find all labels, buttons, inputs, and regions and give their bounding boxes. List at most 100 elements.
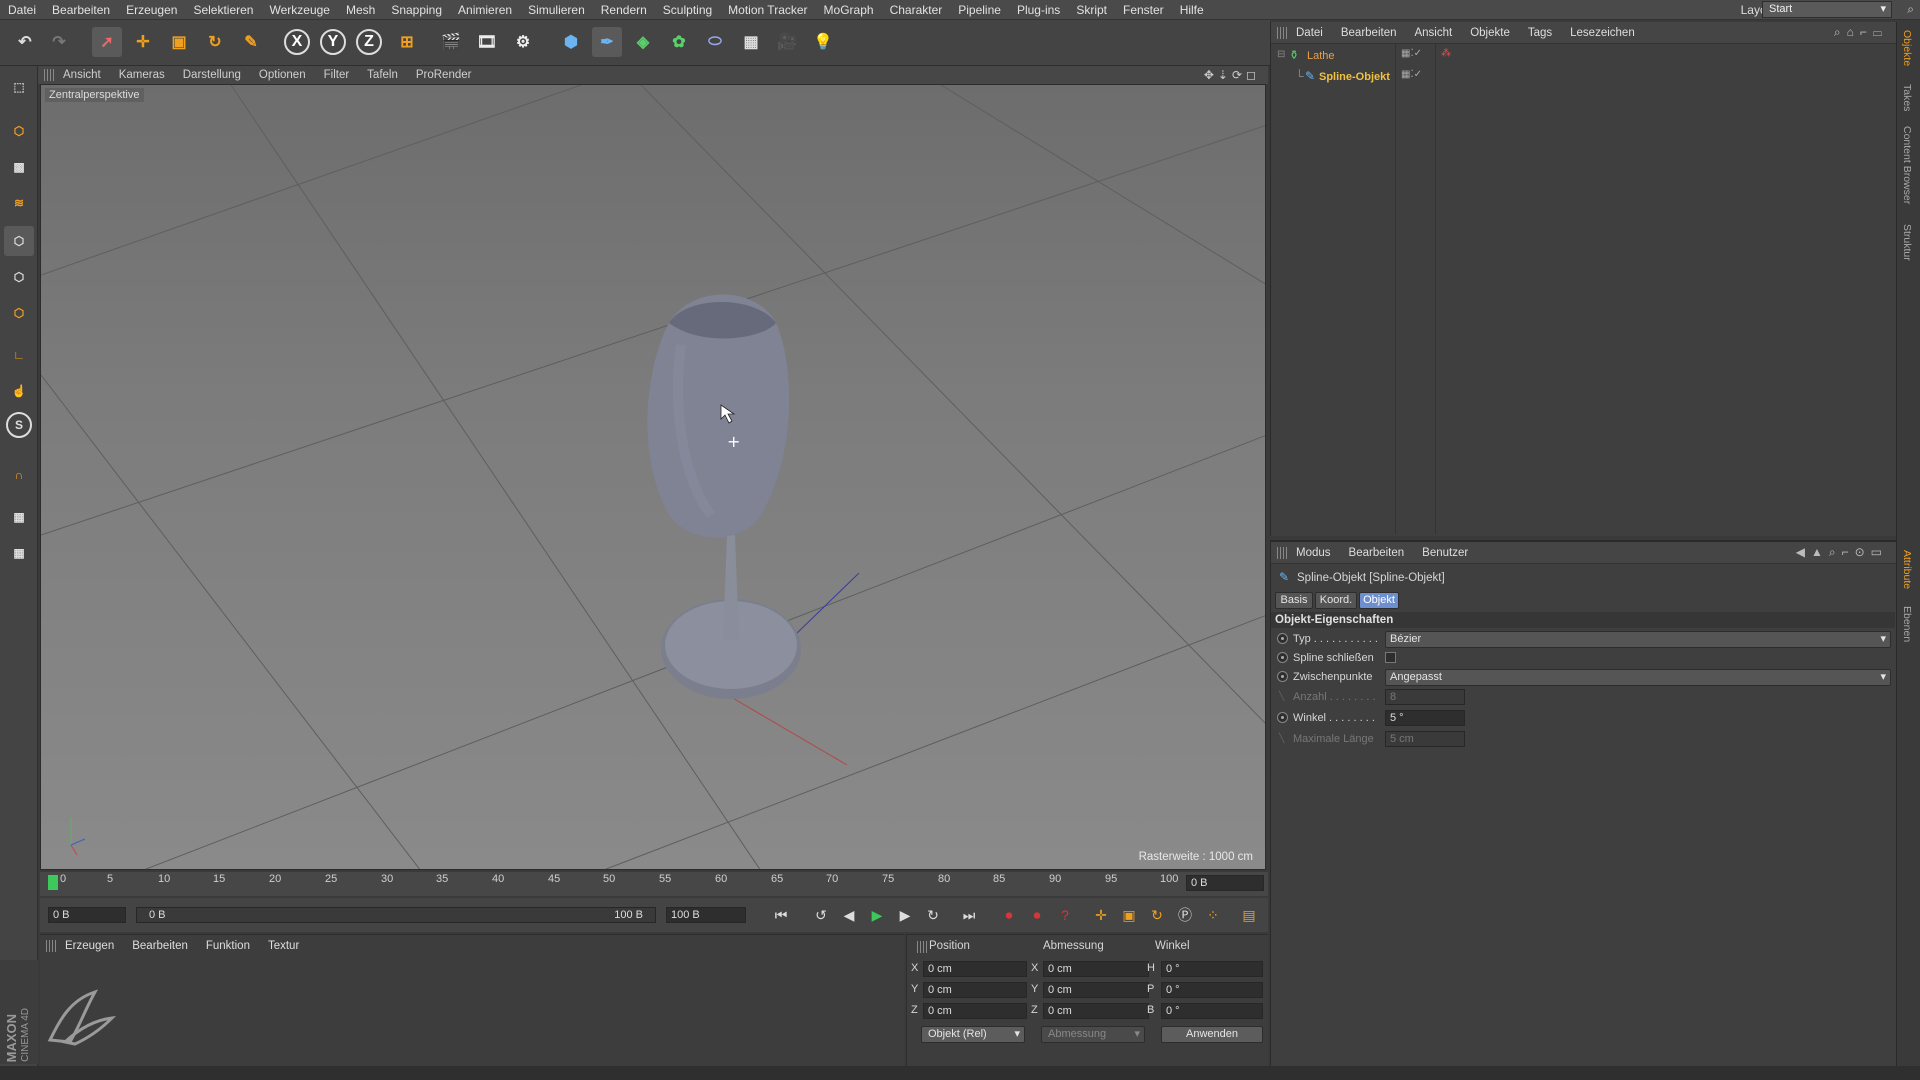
key-scale-icon[interactable]: ▣: [1118, 904, 1140, 926]
x-axis-lock-button[interactable]: X: [284, 29, 310, 55]
previous-key-icon[interactable]: ↺: [810, 904, 832, 926]
vp-menu-ansicht[interactable]: Ansicht: [54, 69, 110, 81]
om-menu-lesezeichen[interactable]: Lesezeichen: [1561, 27, 1644, 39]
deformer-icon[interactable]: ⬭: [700, 27, 730, 57]
tab-koord[interactable]: Koord.: [1315, 592, 1357, 609]
tag-icon[interactable]: ⁂: [1441, 48, 1451, 59]
next-frame-icon[interactable]: ▶: [894, 904, 916, 926]
menu-mograph[interactable]: MoGraph: [816, 3, 882, 17]
coordinate-mode-select[interactable]: Objekt (Rel) ▾: [921, 1026, 1025, 1043]
record-keys-icon[interactable]: ⏺: [998, 904, 1020, 926]
side-tab-struktur[interactable]: Struktur: [1901, 224, 1913, 261]
spline-close-checkbox[interactable]: [1385, 652, 1396, 663]
mat-menu-funktion[interactable]: Funktion: [197, 940, 259, 952]
am-menu-bearbeiten[interactable]: Bearbeiten: [1340, 547, 1414, 559]
winkel-field[interactable]: 5 °: [1385, 710, 1465, 726]
next-key-icon[interactable]: ↻: [922, 904, 944, 926]
menu-datei[interactable]: Datei: [0, 3, 44, 17]
tab-basis[interactable]: Basis: [1275, 592, 1313, 609]
vp-menu-optionen[interactable]: Optionen: [250, 69, 315, 81]
object-row-spline[interactable]: └ ✎ Spline-Objekt ▦⁚✓: [1271, 69, 1897, 86]
menu-sculpting[interactable]: Sculpting: [655, 3, 720, 17]
undo-icon[interactable]: ↶: [10, 27, 40, 57]
visibility-toggle-icon[interactable]: ▦⁚✓: [1401, 69, 1422, 80]
cube-object-icon[interactable]: ⬢: [556, 27, 586, 57]
om-toolbar-icons[interactable]: ⌕⌂⌐▭: [1834, 25, 1888, 40]
apply-button[interactable]: Anwenden: [1161, 1026, 1263, 1043]
redo-icon[interactable]: ↷: [44, 27, 74, 57]
layout-select[interactable]: Start ▾: [1762, 1, 1892, 18]
vp-menu-prorender[interactable]: ProRender: [407, 69, 481, 81]
magnet-icon[interactable]: ∩: [4, 460, 34, 490]
am-toolbar-icons[interactable]: ◀▲⌕⌐⊙▭: [1796, 545, 1888, 560]
position-y-field[interactable]: 0 cm: [923, 982, 1027, 998]
om-menu-datei[interactable]: Datei: [1287, 27, 1332, 39]
playhead-marker[interactable]: [48, 875, 58, 890]
workplane-icon[interactable]: ≋: [4, 188, 34, 218]
camera-object-icon[interactable]: 🎥: [772, 27, 802, 57]
size-x-field[interactable]: 0 cm: [1043, 961, 1149, 977]
zwischenpunkte-select[interactable]: Angepasst ▾: [1385, 669, 1891, 686]
menu-plugins[interactable]: Plug-ins: [1009, 3, 1068, 17]
menu-charakter[interactable]: Charakter: [882, 3, 951, 17]
viewport-nav-icons[interactable]: ✥⇣⟳◻: [1204, 68, 1260, 82]
collapse-icon[interactable]: ⊟: [1277, 49, 1285, 60]
z-axis-lock-button[interactable]: Z: [356, 29, 382, 55]
search-icon[interactable]: ⌕: [1907, 2, 1914, 17]
mat-menu-textur[interactable]: Textur: [259, 940, 308, 952]
vp-menu-kameras[interactable]: Kameras: [110, 69, 174, 81]
render-settings-icon[interactable]: ⚙: [508, 27, 538, 57]
edges-mode-icon[interactable]: ⬡: [4, 262, 34, 292]
spline-pen-icon[interactable]: ✒: [592, 27, 622, 57]
auto-key-icon[interactable]: ⏺: [1026, 904, 1048, 926]
menu-erzeugen[interactable]: Erzeugen: [118, 3, 185, 17]
subdivision-icon[interactable]: ◈: [628, 27, 658, 57]
render-view-icon[interactable]: 🎬: [436, 27, 466, 57]
side-tab-content-browser[interactable]: Content Browser: [1901, 126, 1913, 204]
key-pla-icon[interactable]: ⁘: [1202, 904, 1224, 926]
size-mode-select[interactable]: Abmessung ▾: [1041, 1026, 1145, 1043]
menu-motion-tracker[interactable]: Motion Tracker: [720, 3, 815, 17]
side-tab-attribute[interactable]: Attribute: [1901, 550, 1913, 589]
mograph-cloner-icon[interactable]: ✿: [664, 27, 694, 57]
previous-frame-icon[interactable]: ◀: [838, 904, 860, 926]
tab-objekt[interactable]: Objekt: [1359, 592, 1399, 609]
keyframe-selection-icon[interactable]: ?: [1054, 904, 1076, 926]
menu-mesh[interactable]: Mesh: [338, 3, 383, 17]
menu-hilfe[interactable]: Hilfe: [1172, 3, 1212, 17]
key-rotation-icon[interactable]: ↻: [1146, 904, 1168, 926]
axis-mode-icon[interactable]: ∟: [4, 340, 34, 370]
select-tool-icon[interactable]: ➚: [92, 27, 122, 57]
coordinate-system-icon[interactable]: ⊞: [392, 27, 422, 57]
menu-fenster[interactable]: Fenster: [1115, 3, 1172, 17]
menu-simulieren[interactable]: Simulieren: [520, 3, 593, 17]
om-menu-tags[interactable]: Tags: [1519, 27, 1561, 39]
make-editable-icon[interactable]: ⬚: [4, 72, 34, 102]
light-object-icon[interactable]: 💡: [808, 27, 838, 57]
current-frame-field[interactable]: 0 B: [1186, 875, 1264, 891]
texture-mode-icon[interactable]: ▩: [4, 152, 34, 182]
workplane-lock-icon[interactable]: ▦: [4, 538, 34, 568]
grid-lock-icon[interactable]: ▦: [4, 502, 34, 532]
menu-selektieren[interactable]: Selektieren: [185, 3, 261, 17]
floor-object-icon[interactable]: ▦: [736, 27, 766, 57]
menu-snapping[interactable]: Snapping: [383, 3, 450, 17]
mat-menu-erzeugen[interactable]: Erzeugen: [56, 940, 123, 952]
tweak-mode-icon[interactable]: ☝: [4, 376, 34, 406]
timeline-window-icon[interactable]: ▤: [1238, 904, 1260, 926]
object-row-lathe[interactable]: ⊟ ⚱ Lathe ▦⁚✓ ⁂: [1271, 48, 1897, 65]
points-mode-icon[interactable]: ⬡: [4, 226, 34, 256]
animate-radio[interactable]: [1277, 633, 1288, 644]
rotate-tool-icon[interactable]: ↻: [200, 27, 230, 57]
polygons-mode-icon[interactable]: ⬡: [4, 298, 34, 328]
am-menu-modus[interactable]: Modus: [1287, 547, 1340, 559]
move-tool-icon[interactable]: ✛: [128, 27, 158, 57]
vp-menu-filter[interactable]: Filter: [315, 69, 359, 81]
rotation-b-field[interactable]: 0 °: [1161, 1003, 1263, 1019]
am-menu-benutzer[interactable]: Benutzer: [1413, 547, 1477, 559]
size-y-field[interactable]: 0 cm: [1043, 982, 1149, 998]
visibility-toggle-icon[interactable]: ▦⁚✓: [1401, 48, 1422, 59]
last-tool-icon[interactable]: ✎: [236, 27, 266, 57]
rotation-h-field[interactable]: 0 °: [1161, 961, 1263, 977]
range-slider[interactable]: 0 B 100 B: [136, 907, 656, 923]
